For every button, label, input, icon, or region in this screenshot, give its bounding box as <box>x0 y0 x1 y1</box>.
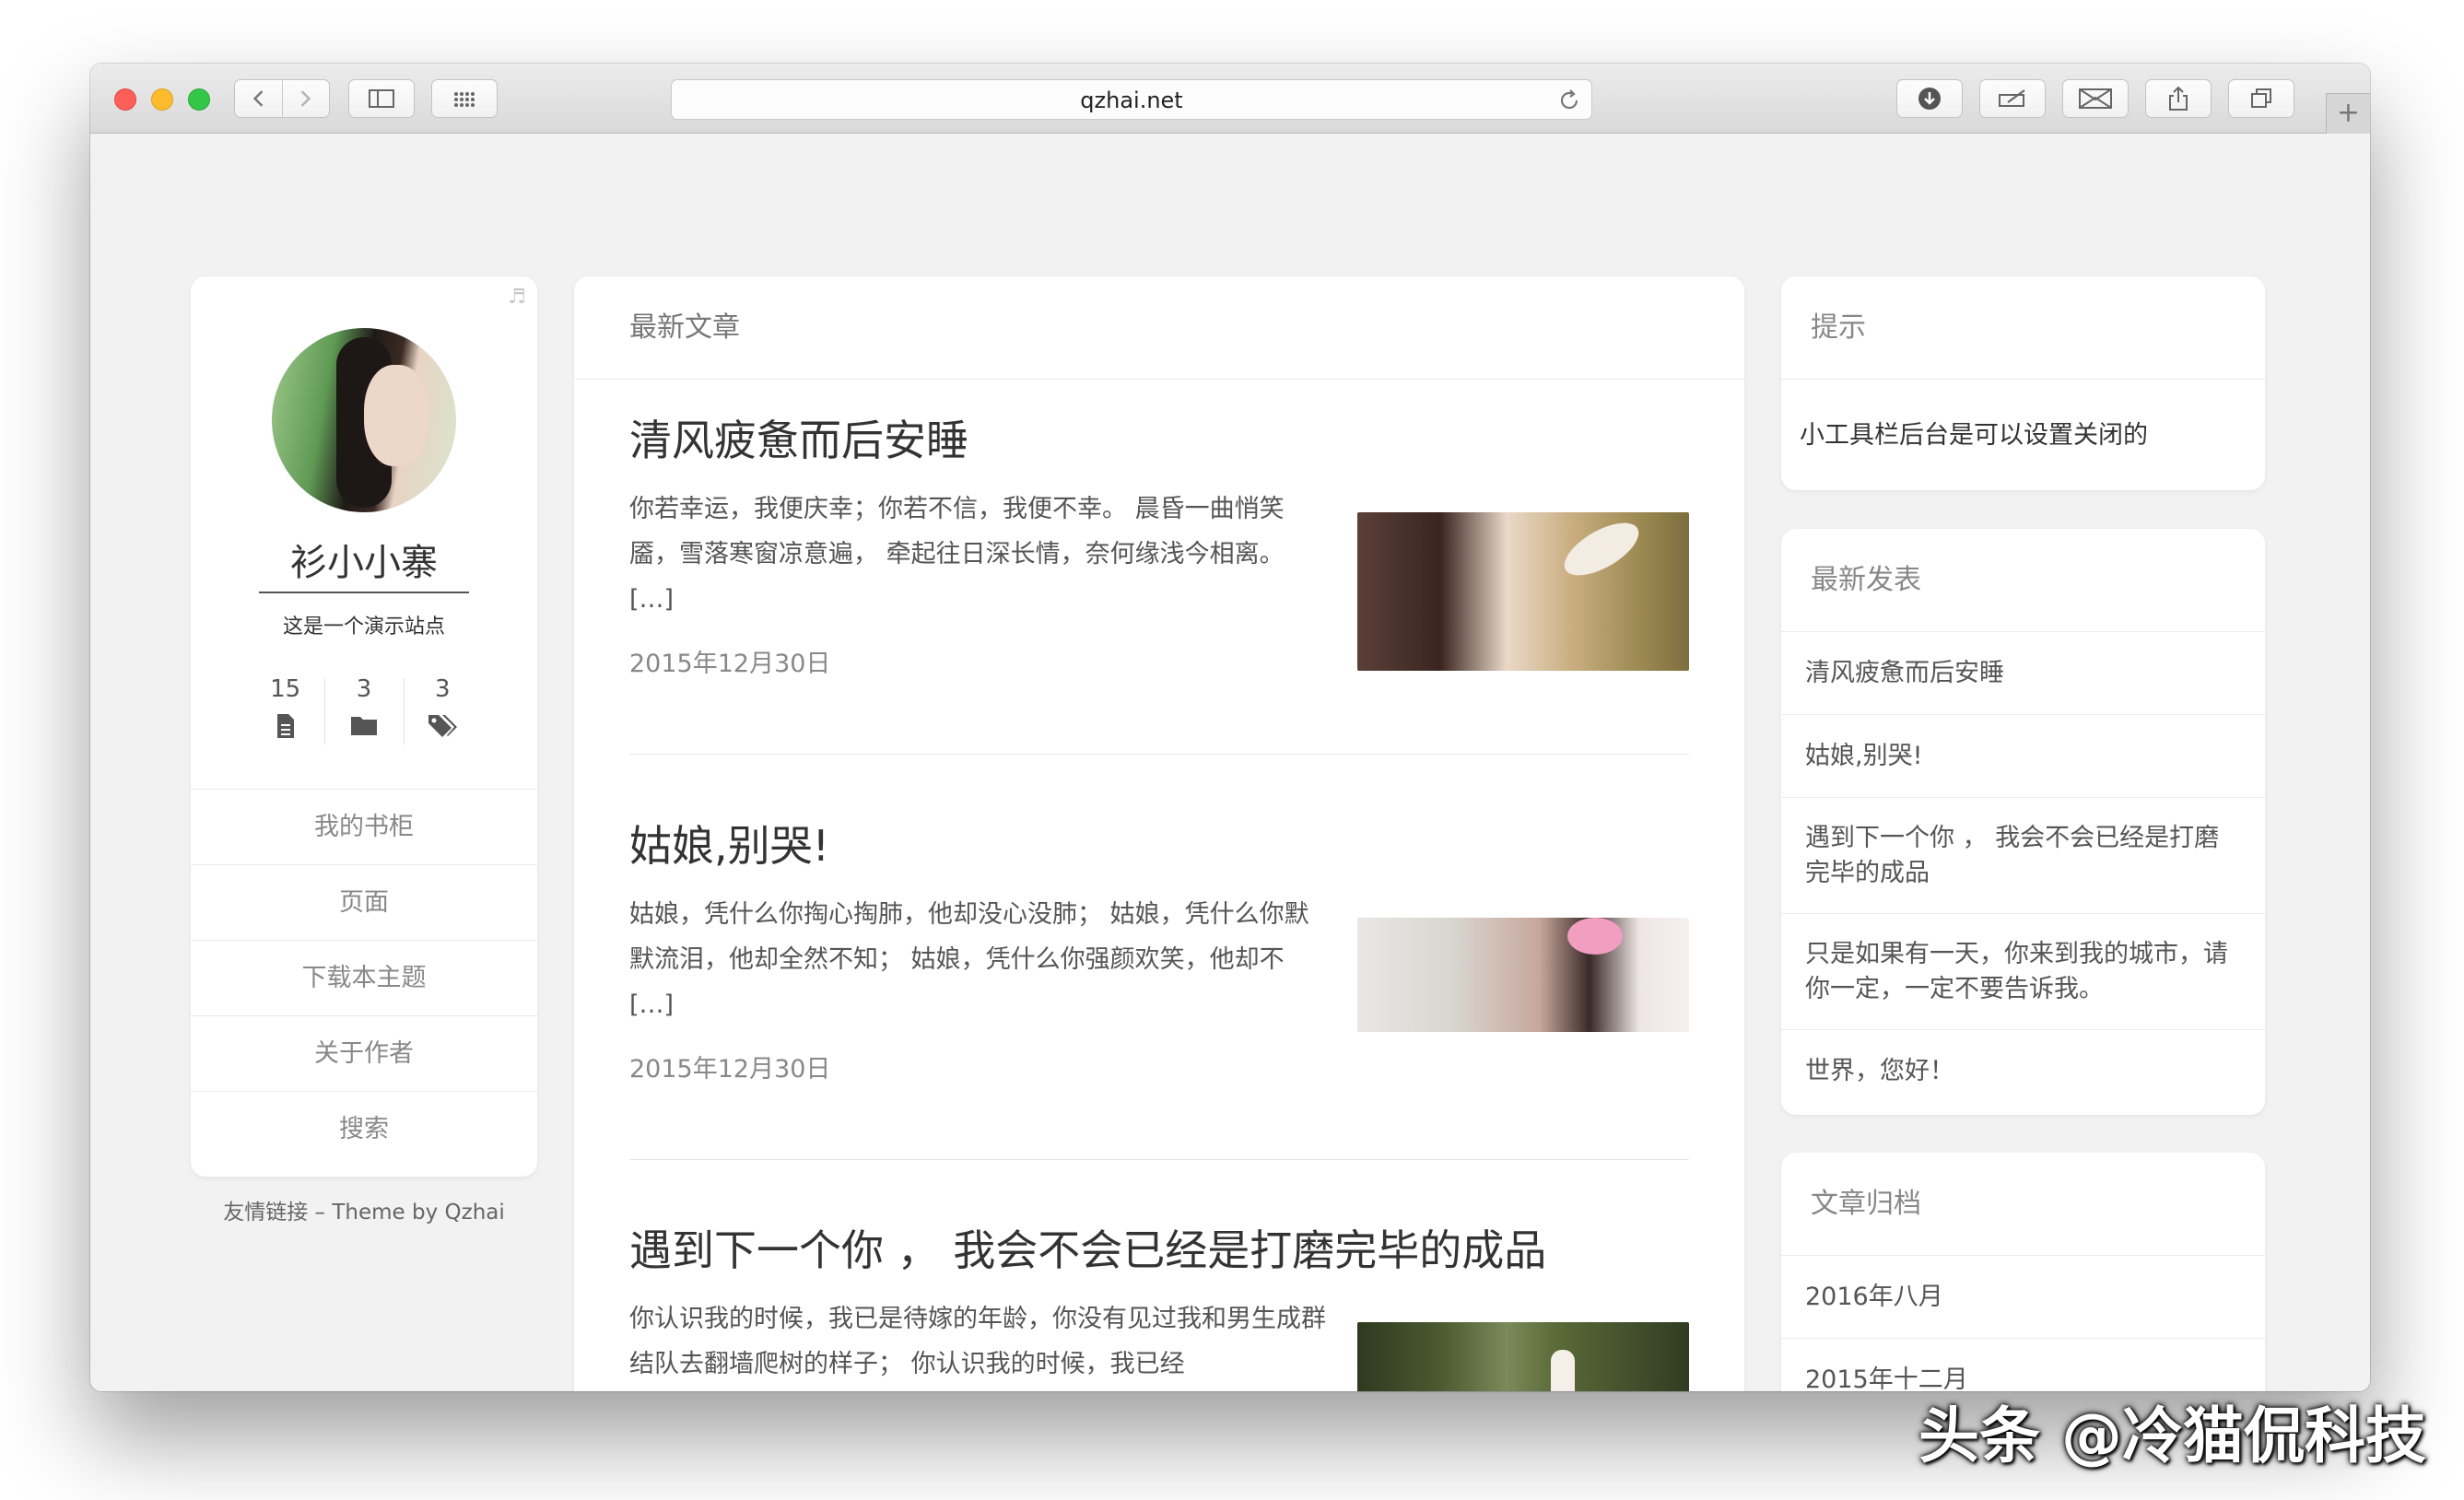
post-thumbnail[interactable] <box>1357 512 1689 671</box>
post-title[interactable]: 姑娘,别哭! <box>629 818 1689 873</box>
reader-icon <box>2079 88 2112 109</box>
tip-text: 小工具栏后台是可以设置关闭的 <box>1800 421 2148 450</box>
tabs-icon <box>2251 88 2271 108</box>
post-excerpt: 你认识我的时候，我已是待嫁的年龄，你没有见过我和男生成群结队去翻墙爬树的样子； … <box>629 1305 1326 1378</box>
site-name[interactable]: 衫小小寨 <box>191 533 537 586</box>
name-underline <box>259 592 469 593</box>
back-icon[interactable] <box>252 90 264 107</box>
avatar <box>272 328 456 512</box>
reading-list-button[interactable] <box>2062 79 2129 118</box>
post-title[interactable]: 遇到下一个你 ， 我会不会已经是打磨完毕的成品 <box>629 1223 1689 1278</box>
post-title[interactable]: 清风疲惫而后安睡 <box>629 413 1689 468</box>
post-item: 遇到下一个你 ， 我会不会已经是打磨完毕的成品 你认识我的时候，我已是待嫁的年龄… <box>629 1223 1689 1391</box>
recent-post-link[interactable]: 姑娘,别哭! <box>1781 715 2265 798</box>
archive-month-link[interactable]: 2016年八月 <box>1781 1256 2265 1339</box>
profile-menu: 我的书柜 页面 下载本主题 关于作者 搜索 <box>191 789 537 1166</box>
forward-icon[interactable] <box>300 90 311 107</box>
new-tab-button[interactable]: + <box>2326 93 2370 134</box>
post-divider <box>629 754 1689 755</box>
profile-card: ♬ 衫小小寨 这是一个演示站点 15 3 3 我的书柜 页面 下载本主题 关于作… <box>191 276 537 1177</box>
archive-widget: 文章归档 2016年八月 2015年十二月 <box>1781 1153 2265 1391</box>
folder-icon <box>350 717 377 735</box>
sidebar-icon <box>369 89 394 108</box>
recent-posts-heading: 最新发表 <box>1781 529 2265 632</box>
post-thumbnail[interactable] <box>1357 918 1689 1032</box>
zoom-window-button[interactable] <box>188 88 210 111</box>
download-icon <box>1918 88 1941 110</box>
recent-post-link[interactable]: 只是如果有一天，你来到我的城市，请你一定，一定不要告诉我。 <box>1781 914 2265 1030</box>
recent-post-link[interactable]: 世界，您好！ <box>1781 1030 2265 1113</box>
browser-window: qzhai.net + ♬ 衫小小寨 这是一个演示站点 15 3 3 我的书柜 … <box>90 64 2370 1391</box>
archive-list: 2016年八月 2015年十二月 <box>1781 1256 2265 1391</box>
posts-count[interactable]: 15 <box>246 673 324 746</box>
archive-heading: 文章归档 <box>1781 1153 2265 1256</box>
post-date: 2015年12月30日 <box>629 1055 831 1084</box>
top-sites-button[interactable] <box>431 79 498 118</box>
latest-posts-card: 最新文章 清风疲惫而后安睡 你若幸运，我便庆幸；你若不信，我便不幸。 晨昏一曲悄… <box>574 276 1744 1391</box>
post-thumbnail[interactable] <box>1357 1322 1689 1391</box>
post-excerpt: 姑娘，凭什么你掏心掏肺，他却没心没肺； 姑娘，凭什么你默默流泪，他却全然不知； … <box>629 900 1309 1019</box>
categories-count[interactable]: 3 <box>324 673 403 746</box>
post-excerpt: 你若幸运，我便庆幸；你若不信，我便不幸。 晨昏一曲悄笑靥，雪落寒窗凉意遍， 牵起… <box>629 495 1285 614</box>
archive-month-link[interactable]: 2015年十二月 <box>1781 1339 2265 1391</box>
recent-post-link[interactable]: 遇到下一个你 ， 我会不会已经是打磨完毕的成品 <box>1781 798 2265 914</box>
reload-icon[interactable] <box>1556 88 1582 113</box>
close-window-button[interactable] <box>114 88 136 111</box>
post-date: 2015年12月30日 <box>629 650 831 678</box>
share-icon <box>2169 86 2188 111</box>
web-page: ♬ 衫小小寨 这是一个演示站点 15 3 3 我的书柜 页面 下载本主题 关于作… <box>90 135 2370 1391</box>
tip-widget: 提示 小工具栏后台是可以设置关闭的 <box>1781 276 2265 490</box>
address-bar[interactable]: qzhai.net <box>671 79 1592 120</box>
music-icon[interactable]: ♬ <box>508 286 526 309</box>
tags-count[interactable]: 3 <box>403 673 482 746</box>
pen-icon <box>1999 89 2025 107</box>
recent-post-link[interactable]: 清风疲惫而后安睡 <box>1781 632 2265 715</box>
latest-posts-heading: 最新文章 <box>574 276 1744 380</box>
address-url: qzhai.net <box>1080 88 1183 113</box>
post-item: 清风疲惫而后安睡 你若幸运，我便庆幸；你若不信，我便不幸。 晨昏一曲悄笑靥，雪落… <box>629 413 1689 818</box>
post-item: 姑娘,别哭! 姑娘，凭什么你掏心掏肺，他却没心没肺； 姑娘，凭什么你默默流泪，他… <box>629 818 1689 1224</box>
watermark-text: 头条 @冷猫侃科技 <box>1918 1400 2426 1471</box>
minimize-window-button[interactable] <box>151 88 173 111</box>
tabs-overview-button[interactable] <box>2228 79 2294 118</box>
recent-posts-widget: 最新发表 清风疲惫而后安睡 姑娘,别哭! 遇到下一个你 ， 我会不会已经是打磨完… <box>1781 529 2265 1115</box>
tip-heading: 提示 <box>1781 276 2265 380</box>
site-stats: 15 3 3 <box>246 673 482 746</box>
back-forward-control <box>234 79 330 118</box>
downloads-button[interactable] <box>1896 79 1963 118</box>
menu-item-about-author[interactable]: 关于作者 <box>191 1015 537 1091</box>
tags-icon <box>428 715 458 737</box>
menu-item-pages[interactable]: 页面 <box>191 864 537 940</box>
menu-item-download-theme[interactable]: 下载本主题 <box>191 940 537 1015</box>
post-divider <box>629 1159 1689 1160</box>
menu-item-bookshelf[interactable]: 我的书柜 <box>191 789 537 864</box>
grid-icon <box>454 92 475 107</box>
site-description: 这是一个演示站点 <box>282 615 445 639</box>
recent-posts-list: 清风疲惫而后安睡 姑娘,别哭! 遇到下一个你 ， 我会不会已经是打磨完毕的成品 … <box>1781 632 2265 1113</box>
annotate-button[interactable] <box>1979 79 2046 118</box>
sidebar-toggle-button[interactable] <box>348 79 415 118</box>
file-icon <box>276 714 294 738</box>
share-button[interactable] <box>2145 79 2212 118</box>
browser-toolbar: qzhai.net + <box>90 64 2370 134</box>
footer-credits[interactable]: 友情链接 – Theme by Qzhai <box>191 1194 537 1225</box>
menu-item-search[interactable]: 搜索 <box>191 1091 537 1166</box>
